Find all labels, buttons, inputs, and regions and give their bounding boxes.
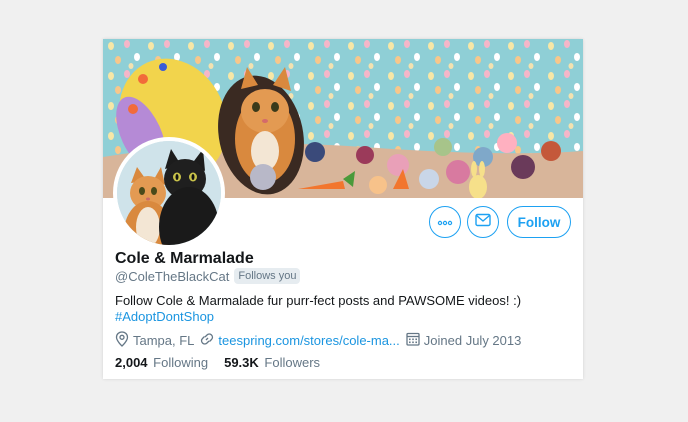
handle-row: @ColeTheBlackCat Follows you (115, 268, 301, 284)
user-handle: @ColeTheBlackCat (115, 268, 230, 284)
profile-meta: Tampa, FL teespring.com/stores/cole-ma..… (115, 331, 527, 350)
more-dots-icon (437, 213, 453, 231)
website-item: teespring.com/stores/cole-ma... (200, 332, 400, 349)
joined-text: Joined July 2013 (423, 333, 522, 348)
location-text: Tampa, FL (133, 333, 195, 348)
calendar-icon (406, 332, 424, 349)
display-name: Cole & Marmalade (115, 250, 254, 267)
more-options-button[interactable] (429, 206, 461, 238)
envelope-icon (475, 213, 491, 232)
bio-text: Follow Cole & Marmalade fur purr-fect po… (115, 293, 522, 308)
message-button[interactable] (467, 206, 499, 238)
follows-you-badge: Follows you (234, 268, 301, 284)
profile-avatar[interactable] (113, 137, 225, 249)
followers-stat[interactable]: 59.3K Followers (224, 355, 320, 370)
following-stat[interactable]: 2,004 Following (115, 355, 208, 370)
website-link[interactable]: teespring.com/stores/cole-ma... (218, 333, 399, 348)
bio-hashtag-link[interactable]: #AdoptDontShop (115, 309, 575, 325)
followers-count: 59.3K (224, 355, 259, 370)
profile-card: Follow Cole & Marmalade @ColeTheBlackCat… (103, 39, 583, 379)
location-item: Tampa, FL (115, 331, 194, 350)
followers-label: Followers (264, 355, 321, 370)
joined-item: Joined July 2013 (406, 332, 522, 349)
bio: Follow Cole & Marmalade fur purr-fect po… (115, 293, 575, 325)
following-label: Following (153, 355, 209, 370)
location-pin-icon (115, 331, 133, 350)
link-icon (200, 332, 218, 349)
follow-stats: 2,004 Following 59.3K Followers (115, 355, 336, 370)
following-count: 2,004 (115, 355, 148, 370)
follow-button[interactable]: Follow (507, 206, 571, 238)
